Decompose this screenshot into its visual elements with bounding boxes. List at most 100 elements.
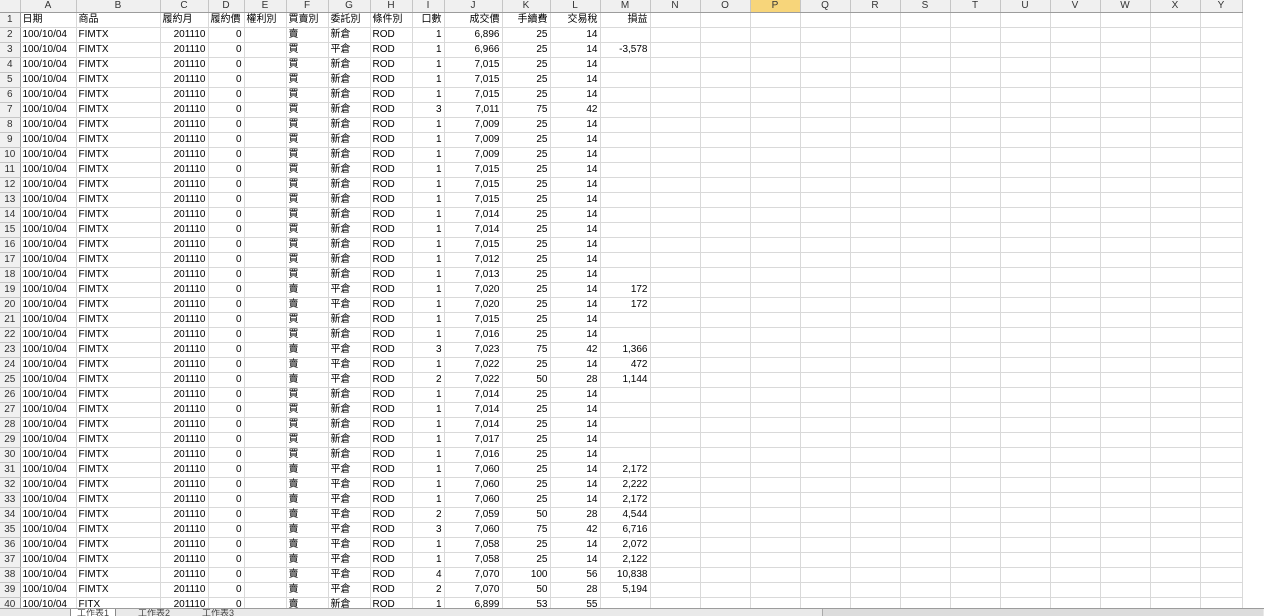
data-cell[interactable]: ROD [370,537,413,553]
data-cell[interactable]: 7,016 [444,327,503,343]
data-cell[interactable]: 100/10/04 [20,177,77,193]
data-cell[interactable]: FIMTX [76,312,161,328]
data-cell[interactable]: FIMTX [76,552,161,568]
row-header[interactable]: 1 [0,12,21,28]
empty-cell[interactable] [800,327,851,343]
empty-cell[interactable] [700,102,751,118]
data-cell[interactable]: 7,013 [444,267,503,283]
data-cell[interactable]: ROD [370,462,413,478]
empty-cell[interactable] [700,522,751,538]
data-cell[interactable]: 賣 [286,597,329,608]
data-cell[interactable]: 賣 [286,522,329,538]
data-cell[interactable] [600,72,651,88]
data-cell[interactable]: FIMTX [76,447,161,463]
data-cell[interactable]: 1 [412,477,445,493]
data-cell[interactable]: 平倉 [328,582,371,598]
data-cell[interactable]: ROD [370,507,413,523]
empty-cell[interactable] [1000,192,1051,208]
empty-cell[interactable] [1150,477,1201,493]
empty-cell[interactable] [650,537,701,553]
data-cell[interactable]: 14 [550,537,601,553]
data-cell[interactable]: 25 [502,312,551,328]
data-cell[interactable]: 14 [550,432,601,448]
row-header[interactable]: 10 [0,147,21,163]
empty-cell[interactable] [1100,57,1151,73]
row-header[interactable]: 30 [0,447,21,463]
empty-cell[interactable] [1200,192,1243,208]
data-cell[interactable]: 201110 [160,267,209,283]
empty-cell[interactable] [900,582,951,598]
empty-cell[interactable] [1200,312,1243,328]
empty-cell[interactable] [850,327,901,343]
data-cell[interactable] [244,402,287,418]
empty-cell[interactable] [650,582,701,598]
data-cell[interactable]: FIMTX [76,237,161,253]
empty-cell[interactable] [1150,192,1201,208]
empty-cell[interactable] [950,267,1001,283]
data-cell[interactable]: 25 [502,432,551,448]
empty-cell[interactable] [1150,117,1201,133]
data-cell[interactable]: 201110 [160,522,209,538]
empty-cell[interactable] [700,552,751,568]
row-header[interactable]: 36 [0,537,21,553]
data-cell[interactable]: 172 [600,282,651,298]
data-cell[interactable]: 28 [550,372,601,388]
data-cell[interactable]: 25 [502,462,551,478]
empty-cell[interactable] [1050,297,1101,313]
empty-cell[interactable] [800,132,851,148]
data-cell[interactable]: 25 [502,327,551,343]
data-cell[interactable]: 201110 [160,342,209,358]
data-cell[interactable] [244,207,287,223]
data-cell[interactable]: 買 [286,312,329,328]
empty-cell[interactable] [850,27,901,43]
row-header[interactable]: 13 [0,192,21,208]
empty-cell[interactable] [950,342,1001,358]
data-cell[interactable]: 100/10/04 [20,522,77,538]
empty-cell[interactable] [1150,132,1201,148]
data-cell[interactable]: FIMTX [76,357,161,373]
empty-cell[interactable] [1050,357,1101,373]
data-cell[interactable]: 平倉 [328,372,371,388]
data-cell[interactable]: 新倉 [328,417,371,433]
data-cell[interactable]: 0 [208,387,245,403]
empty-cell[interactable] [900,72,951,88]
data-cell[interactable] [600,222,651,238]
data-cell[interactable]: 0 [208,132,245,148]
data-cell[interactable]: 買 [286,72,329,88]
empty-cell[interactable] [950,297,1001,313]
empty-cell[interactable] [750,252,801,268]
empty-cell[interactable] [900,447,951,463]
data-cell[interactable] [244,552,287,568]
data-cell[interactable] [244,132,287,148]
empty-cell[interactable] [950,102,1001,118]
data-cell[interactable]: 6,899 [444,597,503,608]
data-cell[interactable]: 1 [412,447,445,463]
data-cell[interactable]: ROD [370,117,413,133]
data-cell[interactable]: 新倉 [328,72,371,88]
data-cell[interactable]: ROD [370,267,413,283]
empty-cell[interactable] [1150,597,1201,608]
data-cell[interactable]: 25 [502,207,551,223]
empty-cell[interactable] [700,402,751,418]
empty-cell[interactable] [800,27,851,43]
data-cell[interactable]: 53 [502,597,551,608]
data-cell[interactable]: 7,020 [444,297,503,313]
empty-cell[interactable] [850,462,901,478]
data-cell[interactable]: 14 [550,192,601,208]
row-header[interactable]: 25 [0,372,21,388]
data-cell[interactable]: 5,194 [600,582,651,598]
empty-cell[interactable] [700,117,751,133]
empty-cell[interactable] [800,507,851,523]
data-cell[interactable]: 0 [208,567,245,583]
data-cell[interactable]: 172 [600,297,651,313]
data-cell[interactable]: 100/10/04 [20,597,77,608]
data-cell[interactable]: 0 [208,552,245,568]
data-cell[interactable] [600,312,651,328]
empty-cell[interactable] [650,417,701,433]
empty-cell[interactable] [900,387,951,403]
empty-cell[interactable] [1050,552,1101,568]
data-cell[interactable]: 買 [286,132,329,148]
data-cell[interactable]: 1 [412,177,445,193]
empty-cell[interactable] [1100,222,1151,238]
column-header-s[interactable]: S [900,0,951,13]
